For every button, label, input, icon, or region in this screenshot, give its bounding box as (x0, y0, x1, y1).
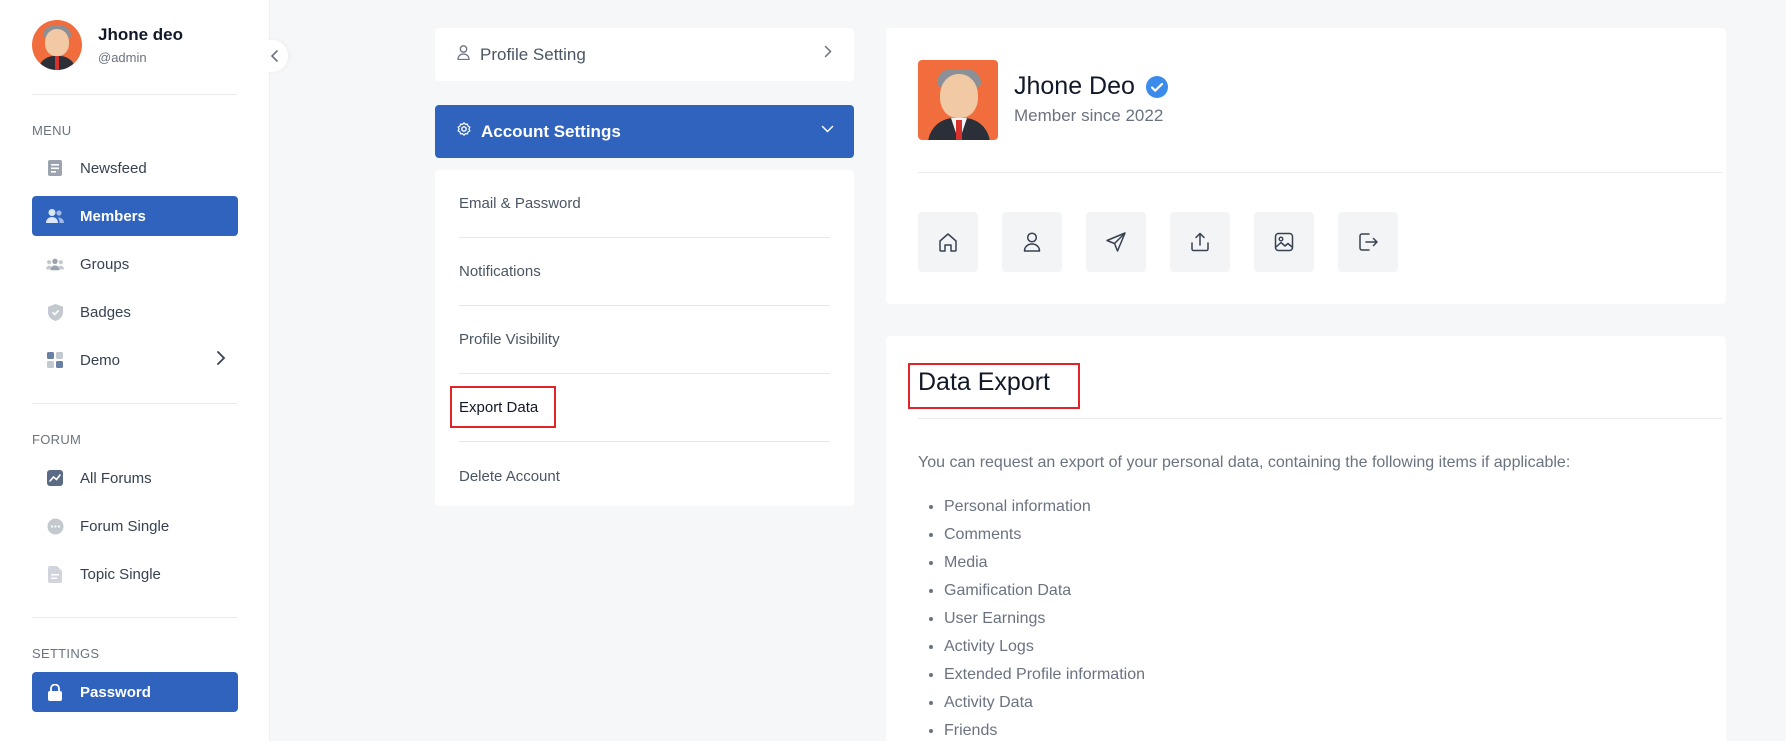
sidebar-item-label: Password (80, 683, 151, 701)
share-icon (1191, 232, 1209, 252)
grid-icon (46, 351, 64, 369)
section-title-menu: MENU (32, 123, 72, 138)
chart-icon (46, 469, 64, 487)
chevron-left-icon (271, 50, 278, 62)
list-item: Extended Profile information (944, 665, 1145, 693)
profile-avatar (918, 60, 998, 140)
section-title-forum: FORUM (32, 432, 82, 447)
sidebar-item-badges[interactable]: Badges (32, 292, 238, 332)
profile-name: Jhone Deo (1014, 72, 1135, 100)
divider (918, 418, 1722, 419)
export-items-list: Personal information Comments Media Gami… (944, 497, 1145, 741)
collapse-sidebar-button[interactable] (262, 40, 288, 72)
settings-item-email-password[interactable]: Email & Password (459, 170, 830, 238)
avatar (32, 20, 82, 70)
export-description: You can request an export of your person… (918, 454, 1571, 471)
divider (32, 617, 237, 618)
divider (32, 403, 237, 404)
list-item: User Earnings (944, 609, 1145, 637)
profile-button[interactable] (1002, 212, 1062, 272)
sidebar-item-newsfeed[interactable]: Newsfeed (32, 148, 238, 188)
account-settings-menu: Email & Password Notifications Profile V… (435, 170, 854, 506)
profile-name-row: Jhone Deo (1014, 72, 1169, 101)
badge-icon (46, 303, 64, 321)
gallery-button[interactable] (1254, 212, 1314, 272)
chevron-right-icon (216, 350, 226, 370)
groups-icon (46, 255, 64, 273)
list-item: Activity Data (944, 693, 1145, 721)
user-icon (457, 44, 470, 65)
data-export-card: Data Export You can request an export of… (886, 336, 1726, 741)
list-item: Activity Logs (944, 637, 1145, 665)
sidebar-item-all-forums[interactable]: All Forums (32, 458, 238, 498)
members-icon (46, 207, 64, 225)
sidebar-item-password[interactable]: Password (32, 672, 238, 712)
settings-item-delete-account[interactable]: Delete Account (459, 442, 830, 510)
sidebar: Jhone deo @admin MENU Newsfeed Members G… (0, 0, 270, 741)
sidebar-item-label: All Forums (80, 469, 152, 487)
list-item: Media (944, 553, 1145, 581)
image-icon (1274, 232, 1294, 252)
sidebar-item-topic-single[interactable]: Topic Single (32, 554, 238, 594)
settings-item-notifications[interactable]: Notifications (459, 238, 830, 306)
home-button[interactable] (918, 212, 978, 272)
highlight-box (450, 386, 556, 428)
member-since: Member since 2022 (1014, 106, 1164, 125)
sidebar-item-label: Forum Single (80, 517, 170, 535)
sidebar-item-label: Badges (80, 303, 131, 321)
home-icon (939, 233, 957, 252)
list-item: Comments (944, 525, 1145, 553)
user-name: Jhone deo (98, 25, 184, 44)
sidebar-item-members[interactable]: Members (32, 196, 238, 236)
sidebar-item-label: Groups (80, 255, 130, 273)
logout-button[interactable] (1338, 212, 1398, 272)
send-button[interactable] (1086, 212, 1146, 272)
sidebar-item-forum-single[interactable]: Forum Single (32, 506, 238, 546)
account-settings-label: Account Settings (481, 121, 621, 141)
newsfeed-icon (46, 159, 64, 177)
profile-setting-label: Profile Setting (480, 44, 586, 64)
user-icon (1023, 232, 1041, 252)
divider (32, 94, 237, 95)
sidebar-item-label: Newsfeed (80, 159, 147, 177)
logout-icon (1359, 233, 1378, 251)
list-item: Friends (944, 721, 1145, 741)
profile-card: Jhone Deo Member since 2022 (886, 28, 1726, 304)
chevron-right-icon (824, 45, 832, 63)
sidebar-item-groups[interactable]: Groups (32, 244, 238, 284)
settings-item-profile-visibility[interactable]: Profile Visibility (459, 306, 830, 374)
list-item: Gamification Data (944, 581, 1145, 609)
verified-icon (1145, 75, 1168, 98)
sidebar-item-demo[interactable]: Demo (32, 340, 238, 380)
section-title-settings: SETTINGS (32, 646, 100, 661)
chevron-down-icon (821, 121, 834, 139)
document-icon (46, 565, 64, 583)
gear-icon (457, 122, 471, 141)
profile-setting-toggle[interactable]: Profile Setting (435, 28, 854, 81)
account-settings-toggle[interactable]: Account Settings (435, 105, 854, 158)
lock-icon (46, 683, 64, 701)
sidebar-item-label: Demo (80, 351, 121, 369)
list-item: Personal information (944, 497, 1145, 525)
send-icon (1106, 232, 1126, 252)
sidebar-item-label: Topic Single (80, 565, 161, 583)
divider (918, 172, 1722, 173)
highlight-box (908, 363, 1080, 409)
chat-bubble-icon (46, 517, 64, 535)
sidebar-item-label: Members (80, 207, 146, 225)
user-handle: @admin (98, 50, 147, 65)
user-profile[interactable]: Jhone deo @admin (32, 20, 183, 70)
share-button[interactable] (1170, 212, 1230, 272)
